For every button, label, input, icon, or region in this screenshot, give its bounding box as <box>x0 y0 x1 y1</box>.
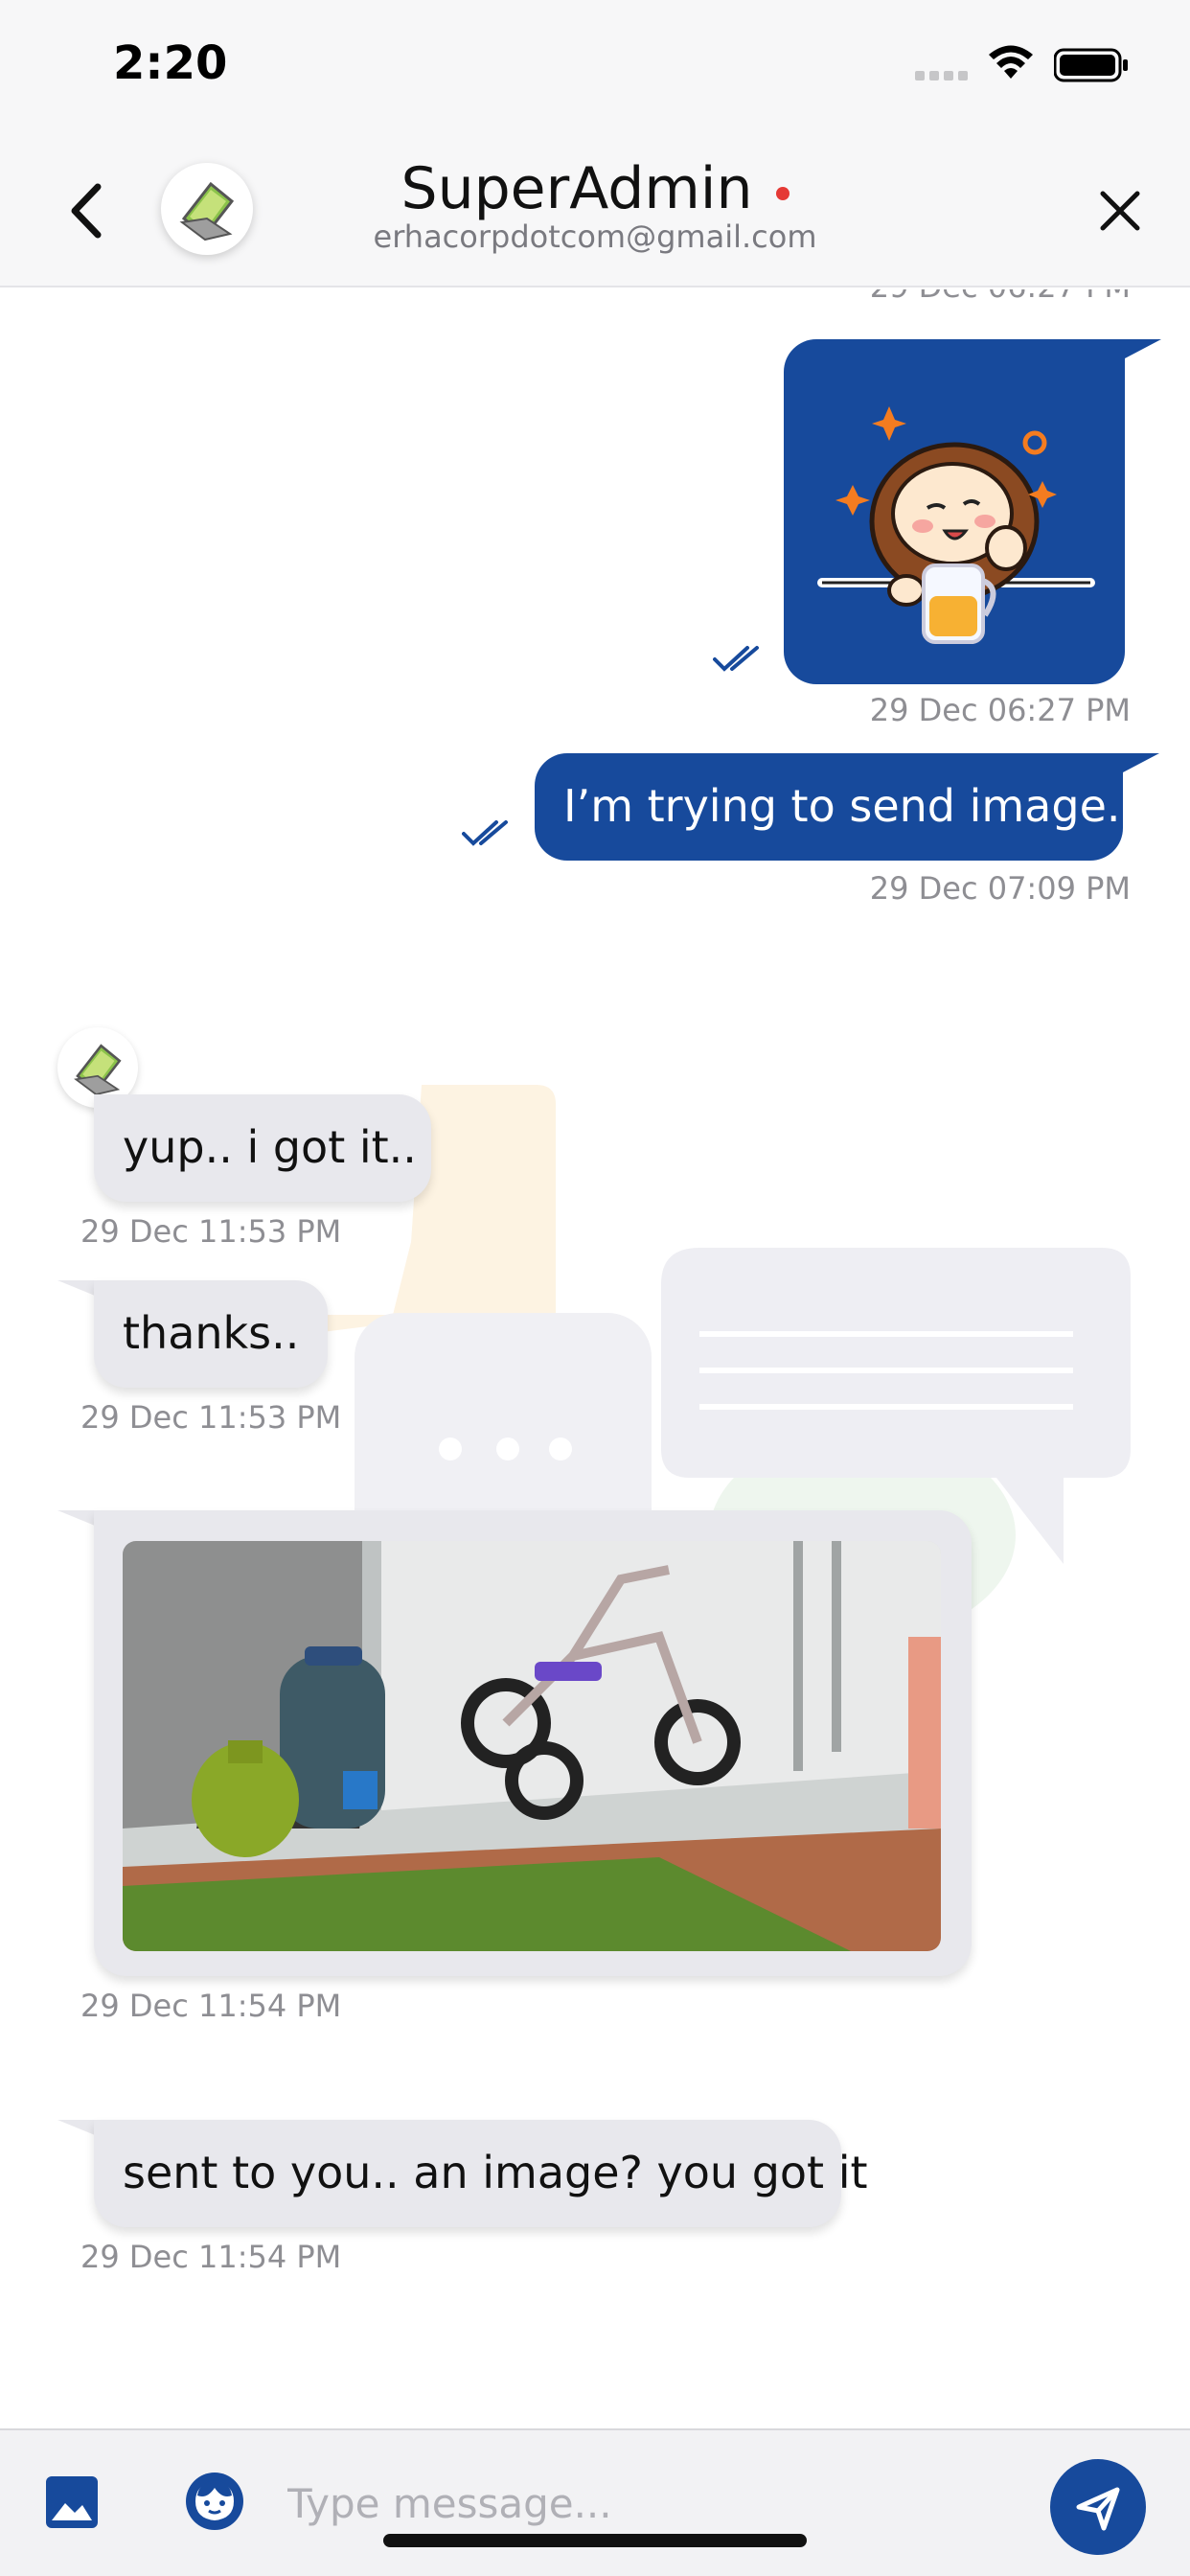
read-receipt-icon <box>713 646 759 672</box>
incoming-message-bubble[interactable]: sent to you.. an image? you got it <box>94 2120 868 2227</box>
message-timestamp: 29 Dec 11:54 PM <box>80 1988 342 2024</box>
incoming-message-bubble[interactable]: thanks.. <box>94 1280 328 1388</box>
message-composer <box>0 2428 1190 2576</box>
close-icon[interactable] <box>1097 188 1143 234</box>
contact-email: erhacorpdotcom@gmail.com <box>373 218 817 255</box>
message-text: yup.. i got it.. <box>123 1121 417 1173</box>
message-text: sent to you.. an image? you got it <box>123 2147 868 2198</box>
status-bar: 2:20 <box>0 0 1190 134</box>
message-text: thanks.. <box>123 1307 300 1359</box>
tricycle-photo-icon[interactable] <box>123 1541 941 1951</box>
message-timestamp: 29 Dec 06:27 PM <box>869 692 1131 728</box>
message-timestamp: 29 Dec 06:27 PM <box>870 289 1131 305</box>
contact-name: SuperAdmin <box>400 155 753 222</box>
message-timestamp: 29 Dec 07:09 PM <box>869 870 1131 907</box>
message-input[interactable] <box>287 2465 1016 2542</box>
send-icon <box>1076 2487 1120 2531</box>
message-list[interactable]: 29 Dec 06:27 PM 29 Dec 06:27 PM <box>0 289 1190 2428</box>
read-receipt-icon <box>462 820 508 846</box>
bubble-tail <box>1125 339 1161 358</box>
battery-icon <box>1054 48 1128 82</box>
sticker-message-bubble[interactable] <box>784 339 1125 684</box>
send-button[interactable] <box>1050 2459 1146 2555</box>
home-indicator[interactable] <box>383 2534 807 2547</box>
incoming-message-bubble[interactable]: yup.. i got it.. <box>94 1094 431 1202</box>
cellular-signal-icon <box>915 71 968 80</box>
outgoing-message-bubble[interactable]: I’m trying to send image.. <box>535 753 1135 861</box>
bubble-tail <box>1123 753 1159 772</box>
online-status-dot <box>775 187 790 200</box>
gallery-icon[interactable] <box>44 2474 100 2530</box>
girl-with-drink-sticker-icon <box>817 406 1095 644</box>
message-timestamp: 29 Dec 11:54 PM <box>80 2239 342 2275</box>
contact-title: SuperAdmin <box>0 155 1190 222</box>
emoji-icon[interactable] <box>184 2471 245 2532</box>
status-time: 2:20 <box>113 36 228 90</box>
image-message-bubble[interactable] <box>94 1510 972 1976</box>
wifi-icon <box>989 45 1033 79</box>
chat-header: SuperAdmin erhacorpdotcom@gmail.com <box>0 134 1190 288</box>
message-text: I’m trying to send image.. <box>563 780 1135 832</box>
message-timestamp: 29 Dec 11:53 PM <box>80 1213 342 1250</box>
message-timestamp: 29 Dec 11:53 PM <box>80 1399 342 1436</box>
